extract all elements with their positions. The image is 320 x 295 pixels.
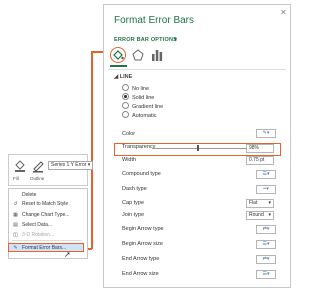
begin-arrow-type-dropdown[interactable]: ⇄▾ <box>256 225 276 234</box>
radio-button[interactable] <box>122 111 129 118</box>
width-input[interactable]: 0.75 pt <box>246 156 274 165</box>
fill-label: Fill <box>13 176 19 181</box>
cap-type-label: Cap type <box>122 200 145 206</box>
series-select[interactable]: Series 1 Y Error ▾ <box>48 161 94 170</box>
begin-arrow-size-dropdown[interactable]: ☰▾ <box>256 240 276 249</box>
bar-chart-icon <box>152 50 163 61</box>
compound-type-dropdown[interactable]: ☰▾ <box>256 170 276 179</box>
pentagon-icon <box>132 49 144 61</box>
begin-arrow-size-label: Begin Arrow size <box>122 241 163 247</box>
chart-icon: ▦ <box>13 212 18 218</box>
pen-color-icon: ✎▾ <box>262 130 270 136</box>
radio-no-line[interactable]: No line <box>122 84 149 92</box>
format-error-bars-pane: Format Error Bars ✕ ERROR BAR OPTIONS ▾ … <box>103 4 291 288</box>
transparency-input[interactable]: 98% <box>246 144 274 153</box>
connector-line <box>91 51 93 249</box>
color-picker-button[interactable]: ✎▾ <box>256 129 276 138</box>
transparency-slider-thumb[interactable] <box>197 145 199 151</box>
tab-error-bar-options[interactable] <box>150 48 166 62</box>
join-type-label: Join type <box>122 212 145 218</box>
menu-item-change-chart-type[interactable]: ▦ Change Chart Type... <box>12 212 69 218</box>
color-label: Color <box>122 131 136 137</box>
arrow-size-icon: ☰▾ <box>262 271 270 277</box>
radio-button[interactable] <box>122 84 129 91</box>
divider <box>108 69 286 70</box>
transparency-label: Transparency <box>122 144 156 150</box>
dash-icon: ┅▾ <box>263 186 269 192</box>
menu-item-3d-rotation: ◫ 3-D Rotation... <box>13 232 55 238</box>
radio-automatic[interactable]: Automatic <box>122 111 156 119</box>
cap-type-dropdown[interactable]: Flat ▾ <box>246 199 274 208</box>
mouse-pointer-icon: ➚ <box>64 250 71 259</box>
chevron-down-icon: ▾ <box>268 212 271 218</box>
join-type-dropdown[interactable]: Round ▾ <box>246 211 274 220</box>
end-arrow-size-dropdown[interactable]: ☰▾ <box>256 270 276 279</box>
radio-button[interactable] <box>122 102 129 109</box>
outline-label: Outline <box>30 176 45 181</box>
menu-item-reset-style[interactable]: ↺ Reset to Match Style <box>12 201 68 207</box>
menu-item-format-error-bars[interactable]: ✎ Format Error Bars... <box>12 245 66 251</box>
format-icon: ✎ <box>13 245 18 251</box>
reset-icon: ↺ <box>13 201 18 207</box>
end-arrow-type-label: End Arrow type <box>122 256 160 262</box>
chevron-down-icon[interactable]: ▾ <box>174 36 177 43</box>
begin-arrow-type-label: Begin Arrow type <box>122 226 164 232</box>
table-icon: ▤ <box>13 222 18 228</box>
end-arrow-type-dropdown[interactable]: ⇄▾ <box>256 255 276 264</box>
dash-type-dropdown[interactable]: ┅▾ <box>256 185 276 194</box>
menu-item-delete[interactable]: Delete <box>12 192 36 198</box>
tab-effects[interactable] <box>131 48 147 62</box>
compound-type-label: Compound type <box>122 171 161 177</box>
cube-icon: ◫ <box>13 232 18 238</box>
pane-title: Format Error Bars <box>114 15 195 26</box>
tab-fill-line[interactable] <box>110 47 126 63</box>
menu-divider <box>12 240 82 241</box>
chevron-down-icon: ▾ <box>268 200 271 206</box>
radio-solid-line[interactable]: Solid line <box>122 93 154 101</box>
menu-item-select-data[interactable]: ▤ Select Data... <box>12 222 52 228</box>
radio-gradient-line[interactable]: Gradient line <box>122 102 163 110</box>
chevron-down-icon: ▾ <box>87 162 91 168</box>
close-icon[interactable]: ✕ <box>280 8 287 17</box>
line-section-header[interactable]: ◢ LINE <box>114 74 132 80</box>
dash-type-label: Dash type <box>122 186 147 192</box>
arrow-icon: ⇄▾ <box>262 226 270 232</box>
error-bar-options-dropdown[interactable]: ERROR BAR OPTIONS <box>114 37 177 43</box>
arrow-icon: ⇄▾ <box>262 256 270 262</box>
width-label: Width <box>122 157 137 163</box>
end-arrow-size-label: End Arrow size <box>122 271 159 277</box>
lines-icon: ☰▾ <box>262 171 270 177</box>
radio-button[interactable] <box>122 93 129 100</box>
paint-bucket-icon <box>113 50 124 60</box>
active-tab-indicator <box>110 65 127 67</box>
arrow-size-icon: ☰▾ <box>262 241 270 247</box>
